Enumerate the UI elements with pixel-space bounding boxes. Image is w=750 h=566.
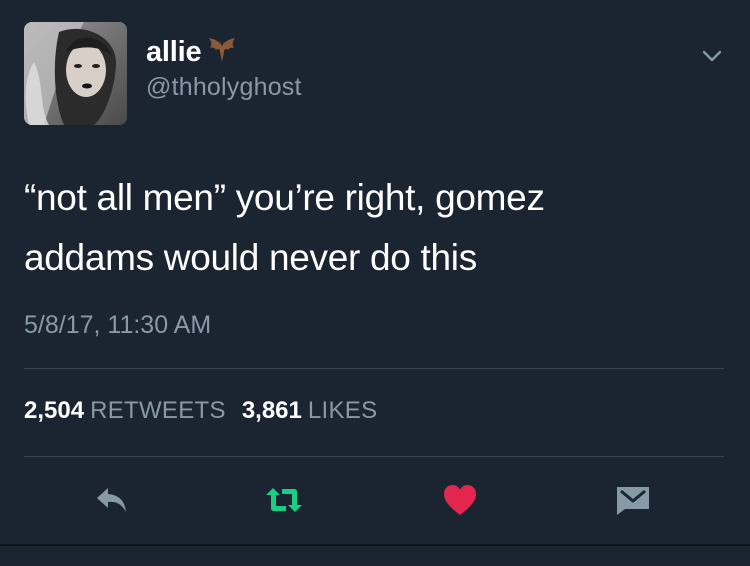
reply-button[interactable] <box>92 482 132 518</box>
likes-label[interactable]: LIKES <box>308 397 378 425</box>
user-handle[interactable]: @thholyghost <box>146 73 302 102</box>
tweet-card: allie @thholyghost “not all men” you’re … <box>0 0 750 566</box>
divider <box>24 456 724 457</box>
heart-icon <box>444 485 476 515</box>
retweet-icon <box>266 488 302 512</box>
tweet-text-line: addams would never do this <box>24 237 477 278</box>
bottom-border <box>0 544 750 546</box>
chevron-down-icon[interactable] <box>700 44 724 68</box>
direct-message-icon <box>617 487 649 515</box>
retweet-button[interactable] <box>264 482 304 518</box>
tweet-text: “not all men” you’re right, gomez addams… <box>24 168 724 288</box>
like-button[interactable] <box>440 482 480 518</box>
name-row: allie <box>146 34 237 71</box>
reply-icon <box>97 488 126 512</box>
engagement-stats: 2,504 RETWEETS 3,861 LIKES <box>24 397 377 425</box>
retweets-count[interactable]: 2,504 <box>24 397 84 425</box>
bat-icon <box>207 36 237 71</box>
tweet-text-line: “not all men” you’re right, gomez <box>24 177 545 218</box>
direct-message-button[interactable] <box>613 482 653 518</box>
retweets-label[interactable]: RETWEETS <box>90 397 226 425</box>
likes-count[interactable]: 3,861 <box>242 397 302 425</box>
timestamp[interactable]: 5/8/17, 11:30 AM <box>24 311 211 340</box>
avatar[interactable] <box>24 22 127 125</box>
display-name[interactable]: allie <box>146 36 202 69</box>
divider <box>24 368 724 369</box>
